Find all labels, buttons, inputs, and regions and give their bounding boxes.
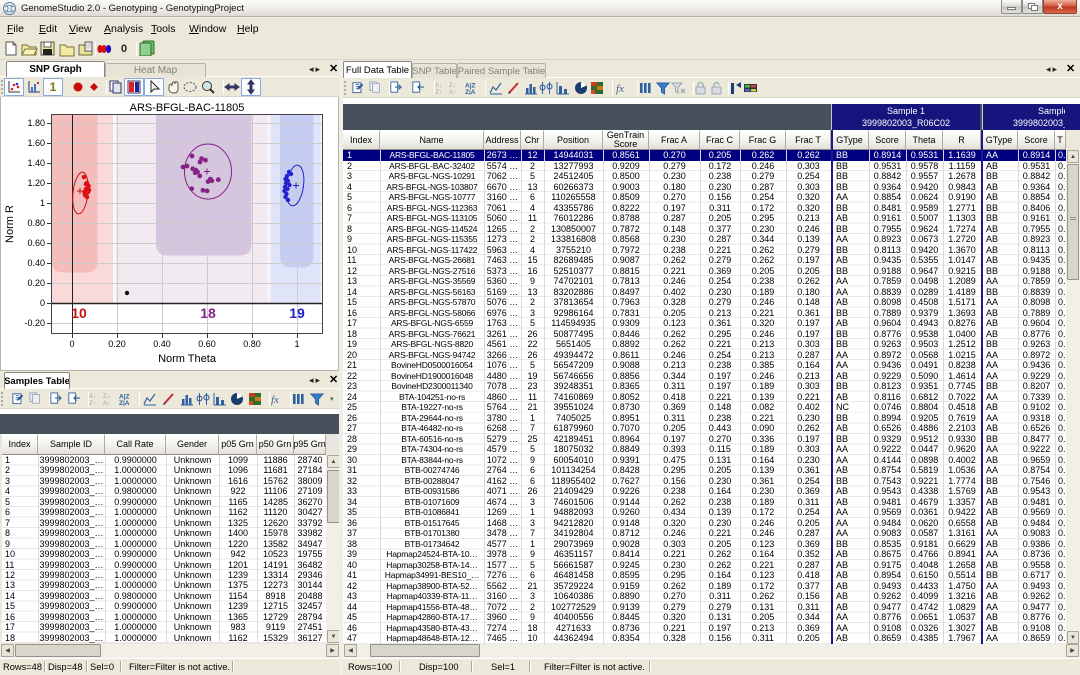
- svg-text:18: 18: [200, 305, 216, 321]
- svg-text:A↓: A↓: [89, 394, 96, 400]
- svg-text:Z↓: Z↓: [103, 394, 110, 400]
- svg-text:10: 10: [71, 305, 87, 321]
- svg-text:1.80: 1.80: [27, 118, 45, 128]
- svg-text:Z|A: Z|A: [465, 89, 476, 95]
- svg-text:1.60: 1.60: [27, 138, 45, 148]
- svg-text:Z|A: Z|A: [119, 400, 130, 406]
- svg-text:0: 0: [69, 339, 74, 349]
- svg-text:0.60: 0.60: [198, 339, 216, 349]
- svg-text:A↑: A↑: [449, 90, 456, 95]
- svg-text:A↓: A↓: [435, 83, 442, 89]
- svg-text:19: 19: [289, 305, 305, 321]
- svg-text:Z↓: Z↓: [449, 83, 456, 89]
- svg-text:0: 0: [40, 298, 45, 308]
- svg-text:Norm Theta: Norm Theta: [158, 353, 217, 365]
- svg-text:0.80: 0.80: [27, 218, 45, 228]
- svg-text:1.20: 1.20: [27, 178, 45, 188]
- svg-text:fx: fx: [271, 394, 279, 406]
- svg-text:0.60: 0.60: [27, 238, 45, 248]
- svg-text:0.40: 0.40: [153, 339, 171, 349]
- svg-text:Z↑: Z↑: [89, 401, 96, 406]
- svg-text:0.80: 0.80: [243, 339, 261, 349]
- svg-text:Norm R: Norm R: [4, 205, 16, 243]
- svg-text:fx: fx: [616, 83, 624, 95]
- svg-text:0.20: 0.20: [108, 339, 126, 349]
- svg-text:0.40: 0.40: [27, 258, 45, 268]
- svg-text:1: 1: [40, 198, 45, 208]
- svg-text:ARS-BFGL-BAC-11805: ARS-BFGL-BAC-11805: [130, 102, 245, 114]
- svg-text:0.20: 0.20: [27, 278, 45, 288]
- svg-text:1: 1: [294, 339, 299, 349]
- svg-text:A↑: A↑: [103, 401, 110, 406]
- svg-text:-0.20: -0.20: [24, 318, 45, 328]
- svg-text:Z↑: Z↑: [435, 90, 442, 95]
- svg-text:1.40: 1.40: [27, 158, 45, 168]
